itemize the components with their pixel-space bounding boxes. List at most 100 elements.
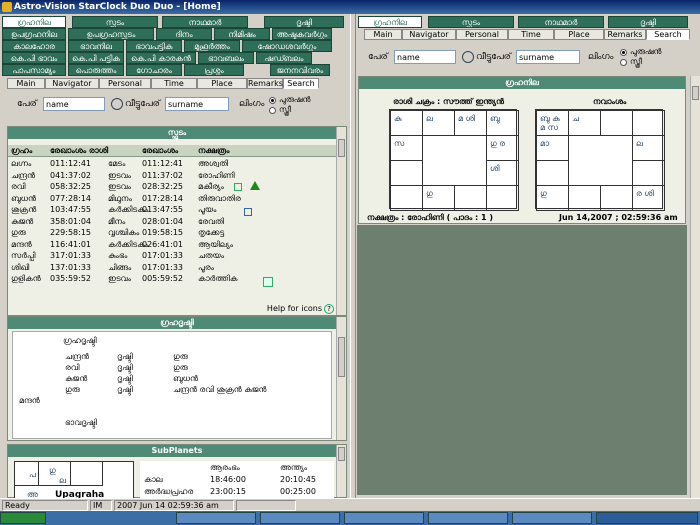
sphutam-cell: 028:32:25: [142, 182, 184, 191]
right-surname-input[interactable]: [516, 50, 580, 64]
tab-l-r4-0[interactable]: കെ.പി ഭാവം: [2, 52, 66, 64]
tab-l-r1-2[interactable]: നാഥമാർ: [162, 16, 248, 28]
drishti-scrollbar[interactable]: [336, 317, 346, 440]
surname-input[interactable]: [165, 97, 229, 111]
left-tab-row-4: കെ.പി ഭാവം കെ.പി പട്ടിക കെ.പി കാരകൻ ഭാവബലം ഷ…: [2, 52, 347, 64]
right-search-icon[interactable]: [462, 51, 474, 63]
right-female-radio[interactable]: [620, 59, 627, 66]
female-radio[interactable]: [269, 107, 276, 114]
tab-r-r1-0[interactable]: ഗ്രഹനില: [358, 16, 422, 28]
sphutam-cell: 017:28:14: [142, 193, 184, 203]
sphutam-cell: പൂരം: [198, 262, 214, 272]
subtab-navigator[interactable]: Navigator: [402, 29, 456, 40]
tab-l-r4-3[interactable]: ഭാവബലം: [198, 52, 254, 64]
drishti-line-cell: കുജൻ: [65, 374, 88, 383]
sphutam-cell: ഗുരു: [11, 228, 26, 237]
help-icon[interactable]: ?: [324, 304, 334, 314]
sphutam-cell: ബുധൻ: [11, 193, 36, 203]
navamsa-house-10: [600, 185, 633, 211]
tab-r-r1-3[interactable]: ദൃഷ്ടി: [608, 16, 688, 28]
subtab-time[interactable]: Time: [508, 29, 554, 40]
subplanets-scrollbar[interactable]: [336, 445, 346, 497]
taskbar-item-1[interactable]: [176, 512, 256, 524]
sphutam-scrollbar[interactable]: [336, 127, 346, 315]
taskbar-item-4[interactable]: [428, 512, 508, 524]
subtab-place[interactable]: Place: [554, 29, 604, 40]
tab-l-r1-3[interactable]: ദൃഷ്ടി: [264, 16, 344, 28]
tab-l-r2-0[interactable]: ഉപഗ്രഹനില: [2, 28, 66, 40]
subtab-personal[interactable]: Personal: [456, 29, 508, 40]
subtab-time[interactable]: Time: [151, 78, 197, 89]
navamsa-planet-c1: ച: [572, 114, 579, 123]
tab-l-r5-0[interactable]: പാപസാമ്യം: [2, 64, 66, 76]
tab-r-r1-2[interactable]: നാഥമാർ: [518, 16, 604, 28]
subplanet-cell: 18:46:00: [210, 475, 246, 484]
left-person-form: പേര് വീട്ടുപേര് ലിംഗം പുരുഷൻ സ്ത്രീ: [7, 94, 347, 116]
tab-l-r3-3[interactable]: മുഹൂർത്തം: [184, 40, 240, 52]
subplanet-cell: 20:10:45: [280, 475, 316, 484]
taskbar-item-2[interactable]: [260, 512, 340, 524]
tab-l-r4-1[interactable]: കെ.പി പട്ടിക: [68, 52, 124, 64]
sphutam-cell: ഇടവം: [108, 274, 131, 283]
subtab-place[interactable]: Place: [197, 78, 247, 89]
tab-l-r3-2[interactable]: ഭാവപട്ടിക: [126, 40, 182, 52]
subtab-navigator[interactable]: Navigator: [45, 78, 99, 89]
drishti-extra: മന്ദൻ: [19, 396, 40, 405]
subtab-personal[interactable]: Personal: [99, 78, 151, 89]
right-name-input[interactable]: [394, 50, 456, 64]
navamsa-chart: ബു കു മ സ ച മാ ല ഗു ര ശി: [535, 109, 665, 211]
sphutam-cell: ഇടവം: [108, 170, 131, 180]
tab-l-r2-4[interactable]: അഷ്ടകവർഗ്ഗം: [272, 28, 332, 40]
sphutam-cell: കുജൻ: [11, 216, 34, 226]
subtab-search[interactable]: Search: [283, 78, 319, 89]
tab-l-r5-4[interactable]: ജനനവിവരം: [270, 64, 330, 76]
sphutam-cell: രവി: [11, 182, 26, 191]
sphutam-cell: 011:37:02: [142, 170, 184, 180]
subplanet-cell: 23:00:15: [210, 487, 246, 496]
tab-l-r3-4[interactable]: ഷോഡശവർഗ്ഗം: [242, 40, 332, 52]
tab-l-r2-3[interactable]: നിമിഷം: [214, 28, 270, 40]
rasi-planet-c11: ശി: [490, 164, 500, 173]
rasi-house-6: [390, 160, 423, 186]
subtab-search[interactable]: Search: [646, 29, 690, 40]
subtab-main[interactable]: Main: [364, 29, 402, 40]
subtab-remarks[interactable]: Remarks: [604, 29, 646, 40]
tab-l-r2-1[interactable]: ഉപഗ്രഹസ്ഫുടം: [68, 28, 154, 40]
male-radio[interactable]: [269, 97, 276, 104]
rasi-planet-c7: ഗു ര: [490, 139, 505, 148]
tab-l-r3-0[interactable]: കാലഹോര: [2, 40, 66, 52]
sphutam-cell: 137:01:33: [50, 262, 92, 272]
help-icons-link[interactable]: Help for icons: [267, 304, 322, 313]
tab-l-r1-1[interactable]: സ്ഫുടം: [72, 16, 158, 28]
sphutam-cell: കാർത്തിക: [198, 274, 238, 283]
start-button[interactable]: [0, 512, 46, 524]
sphutam-cell: ചിങ്ങം: [108, 262, 132, 272]
drishti-line-cell: ദൃഷ്ടി: [117, 363, 133, 372]
tab-l-r5-3[interactable]: പ്രശ്നം: [184, 64, 244, 76]
tab-l-r3-1[interactable]: ഭാവനില: [68, 40, 124, 52]
right-male-radio[interactable]: [620, 49, 627, 56]
search-icon[interactable]: [111, 98, 123, 110]
tab-l-r5-2[interactable]: ഗോചാരം: [126, 64, 182, 76]
tab-l-r4-2[interactable]: കെ.പി കാരകൻ: [126, 52, 196, 64]
sphutam-cell: 013:47:55: [142, 205, 184, 214]
sphutam-panel: സ്ഫുടം ഗ്രഹം രേഖാംശം രാശി രേഖാംശം നക്ഷത്രം …: [7, 126, 347, 316]
drishti-line-cell: ഗുരു: [65, 385, 80, 394]
name-input[interactable]: [43, 97, 105, 111]
subtab-main[interactable]: Main: [7, 78, 45, 89]
subtab-remarks[interactable]: Remarks: [247, 78, 283, 89]
taskbar-item-3[interactable]: [344, 512, 424, 524]
right-scrollbar[interactable]: [690, 76, 700, 498]
navamsa-house-6: [536, 160, 569, 186]
tab-l-r5-1[interactable]: പൊരുത്തം: [68, 64, 124, 76]
taskbar-item-5[interactable]: [512, 512, 592, 524]
tab-r-r1-1[interactable]: സ്ഫുടം: [428, 16, 514, 28]
upagraha-cell-2: ഗു: [49, 466, 56, 475]
tab-l-r1-0[interactable]: ഗ്രഹനില: [2, 16, 66, 28]
subplanets-panel: SubPlanets പ ഗു ല അ Upagraha ആരംഭം അന്ത്…: [7, 444, 347, 500]
status-bar: Ready IM 2007 Jun 14 02:59:36 am: [0, 498, 700, 511]
tab-l-r4-4[interactable]: ഷഡ്ബലം: [256, 52, 312, 64]
house-icon: [263, 277, 273, 287]
left-subtabs: Main Navigator Personal Time Place Remarks Sea…: [7, 78, 319, 89]
tab-l-r2-2[interactable]: ദിനം: [156, 28, 212, 40]
